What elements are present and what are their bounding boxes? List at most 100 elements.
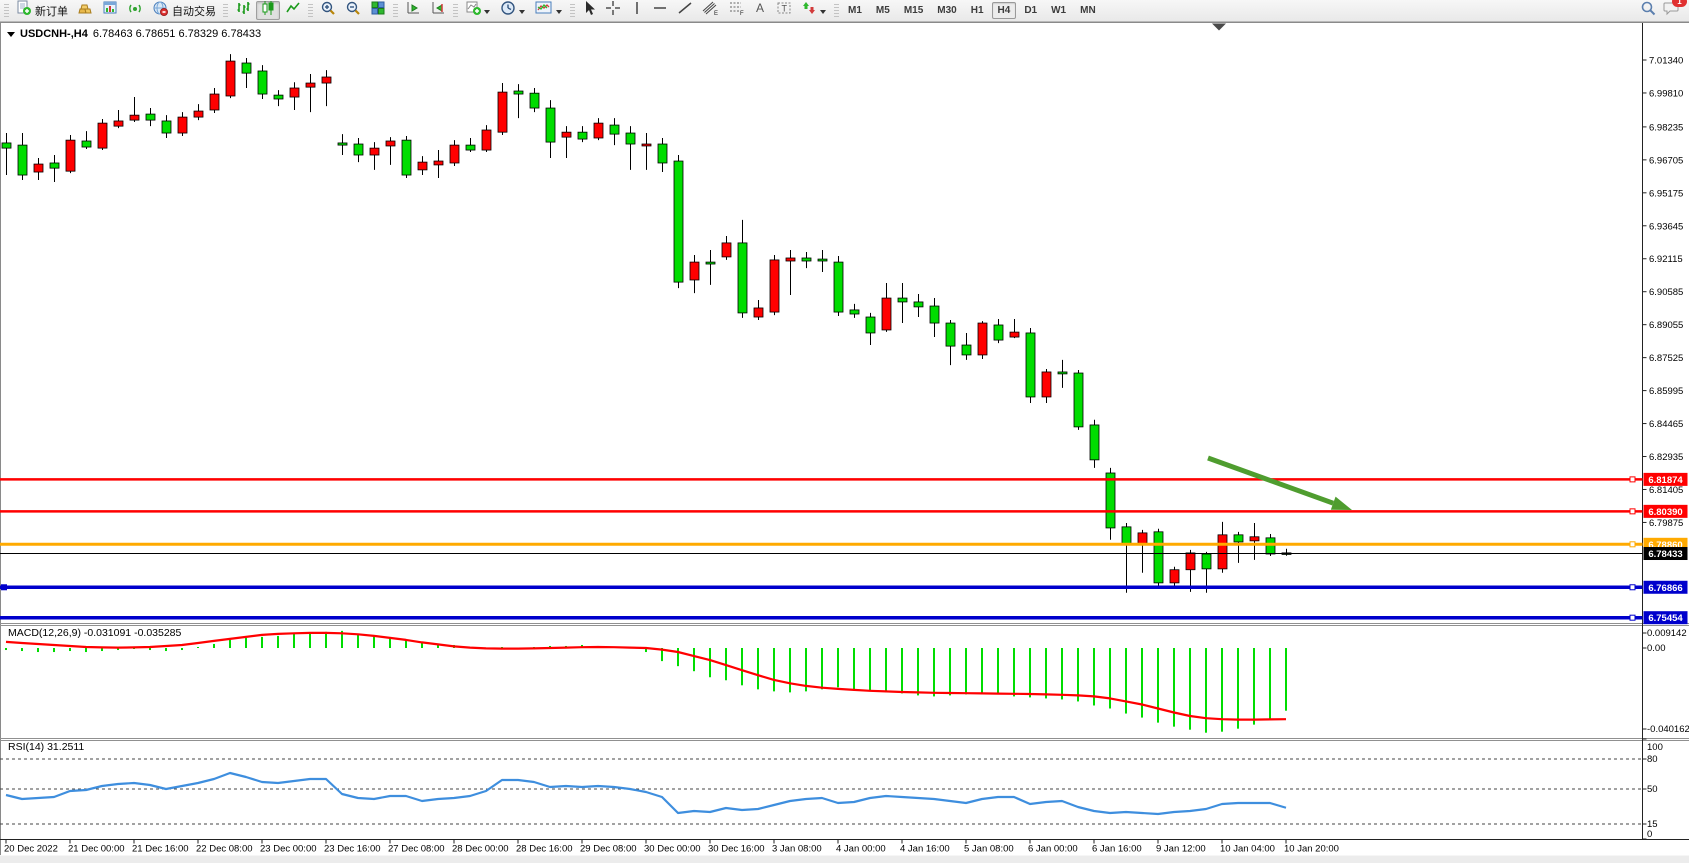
line-chart-mode-button[interactable]	[281, 1, 305, 20]
vertical-line-tool-button[interactable]	[626, 1, 647, 20]
price-tick-label[interactable]: 6.98235	[1649, 122, 1683, 133]
tile-windows-button[interactable]	[366, 1, 390, 20]
autotrading-button[interactable]: 自动交易	[148, 1, 220, 20]
cursor-tool-button[interactable]	[578, 1, 600, 20]
gold-button[interactable]	[73, 1, 97, 20]
chart-background	[0, 22, 1689, 863]
text-icon: A	[754, 0, 767, 21]
timeframe-m30-button[interactable]: M30	[931, 2, 962, 19]
text-tool-button[interactable]: A	[750, 1, 771, 20]
toolbar-grip	[308, 4, 313, 18]
price-tick-label[interactable]: 6.89055	[1649, 320, 1683, 331]
price-tick-label[interactable]: 6.90585	[1649, 287, 1683, 298]
time-tick-label[interactable]: 3 Jan 08:00	[772, 844, 822, 855]
templates-button[interactable]	[531, 1, 567, 20]
time-tick-label[interactable]: 20 Dec 2022	[4, 844, 58, 855]
price-tick-label[interactable]: 6.99810	[1649, 88, 1683, 99]
candle-body-bear	[1202, 554, 1211, 569]
market-watch-button[interactable]	[98, 1, 122, 20]
price-tick-label[interactable]: 6.81405	[1649, 485, 1683, 496]
price-tick-label[interactable]: 6.79875	[1649, 518, 1683, 529]
time-tick-label[interactable]: 10 Jan 04:00	[1220, 844, 1275, 855]
candle-body-bull	[450, 145, 459, 163]
search-icon[interactable]	[1640, 0, 1657, 22]
timeframe-m1-button[interactable]: M1	[842, 2, 868, 19]
time-tick-label[interactable]: 29 Dec 08:00	[580, 844, 637, 855]
time-tick-label[interactable]: 30 Dec 00:00	[644, 844, 701, 855]
timeframe-m5-button[interactable]: M5	[870, 2, 896, 19]
chart-window: 7.01340 6.99810 6.98235 6.96705 6.95175 6.936…	[0, 22, 1689, 863]
zoom-in-icon	[320, 0, 336, 21]
trendline-icon	[677, 0, 693, 21]
bar-chart-mode-button[interactable]	[231, 1, 255, 20]
time-tick-label[interactable]: 21 Dec 16:00	[132, 844, 189, 855]
time-tick-label[interactable]: 4 Jan 16:00	[900, 844, 950, 855]
timeframe-h1-button[interactable]: H1	[965, 2, 990, 19]
time-tick-label[interactable]: 23 Dec 00:00	[260, 844, 317, 855]
time-tick-label[interactable]: 9 Jan 12:00	[1156, 844, 1206, 855]
hline-handle[interactable]	[1630, 615, 1635, 620]
price-tick-label[interactable]: 6.84465	[1649, 419, 1683, 430]
timeframe-d1-button[interactable]: D1	[1018, 2, 1043, 19]
time-tick-label[interactable]: 10 Jan 20:00	[1284, 844, 1339, 855]
zoom-out-button[interactable]	[341, 1, 365, 20]
hline-handle[interactable]	[1630, 477, 1635, 482]
chart-autoscroll-button[interactable]	[426, 1, 450, 20]
chart-canvas[interactable]: 7.01340 6.99810 6.98235 6.96705 6.95175 6.936…	[0, 22, 1689, 863]
price-tick-label[interactable]: 6.95175	[1649, 188, 1683, 199]
time-tick-label[interactable]: 28 Dec 16:00	[516, 844, 573, 855]
window-bottom-strip	[0, 856, 1689, 863]
price-tick-label[interactable]: 6.85995	[1649, 386, 1683, 397]
price-tick-label[interactable]: 6.87525	[1649, 353, 1683, 364]
price-badge-label: 6.76866	[1648, 583, 1682, 594]
time-tick-label[interactable]: 21 Dec 00:00	[68, 844, 125, 855]
time-tick-label[interactable]: 5 Jan 08:00	[964, 844, 1014, 855]
timeframe-mn-button[interactable]: MN	[1074, 2, 1102, 19]
price-tick-label[interactable]: 6.93645	[1649, 221, 1683, 232]
time-tick-label[interactable]: 27 Dec 08:00	[388, 844, 445, 855]
time-tick-label[interactable]: 6 Jan 16:00	[1092, 844, 1142, 855]
price-tick-label[interactable]: 7.01340	[1649, 56, 1683, 67]
toolbar-grip	[834, 4, 839, 18]
hline-anchor[interactable]	[1, 584, 7, 590]
add-indicator-button[interactable]	[461, 1, 495, 20]
arrows-tool-button[interactable]	[797, 1, 831, 20]
svg-text:E: E	[714, 11, 718, 16]
candlestick-mode-button[interactable]	[256, 1, 280, 20]
chart-shift-button[interactable]	[401, 1, 425, 20]
time-tick-label[interactable]: 6 Jan 00:00	[1028, 844, 1078, 855]
timeframe-w1-button[interactable]: W1	[1045, 2, 1072, 19]
trendline-tool-button[interactable]	[673, 1, 697, 20]
symbol-dropdown-icon[interactable]	[7, 32, 15, 37]
hline-handle[interactable]	[1630, 585, 1635, 590]
candle-body-bull	[66, 140, 75, 171]
time-tick-label[interactable]: 28 Dec 00:00	[452, 844, 509, 855]
timeframe-h4-button[interactable]: H4	[992, 2, 1017, 19]
candle-body-bear	[962, 345, 971, 355]
fibonacci-icon: F	[728, 0, 745, 21]
crosshair-tool-button[interactable]	[601, 1, 625, 20]
toolbar-right: 1	[1640, 0, 1687, 22]
candle-body-bull	[642, 144, 651, 146]
time-tick-label[interactable]: 4 Jan 00:00	[836, 844, 886, 855]
fibonacci-tool-button[interactable]: F	[724, 1, 749, 20]
hline-handle[interactable]	[1630, 509, 1635, 514]
price-tick-label[interactable]: 6.96705	[1649, 155, 1683, 166]
time-tick-label[interactable]: 22 Dec 08:00	[196, 844, 253, 855]
price-tick-label[interactable]: 6.92115	[1649, 254, 1683, 265]
macd-tick-label: 0.00	[1647, 643, 1666, 654]
horizontal-line-tool-button[interactable]	[648, 1, 672, 20]
chat-button[interactable]: 1	[1663, 0, 1681, 21]
signals-button[interactable]	[123, 1, 147, 20]
new-order-button[interactable]: 新订单	[12, 1, 72, 20]
hline-handle[interactable]	[1630, 542, 1635, 547]
periods-button[interactable]	[496, 1, 530, 20]
channel-tool-button[interactable]: E	[698, 1, 723, 20]
zoom-in-button[interactable]	[316, 1, 340, 20]
timeframe-m15-button[interactable]: M15	[898, 2, 929, 19]
time-tick-label[interactable]: 30 Dec 16:00	[708, 844, 765, 855]
candle-body-bear	[914, 302, 923, 307]
price-tick-label[interactable]: 6.82935	[1649, 452, 1683, 463]
time-tick-label[interactable]: 23 Dec 16:00	[324, 844, 381, 855]
text-label-tool-button[interactable]: T	[772, 1, 796, 20]
